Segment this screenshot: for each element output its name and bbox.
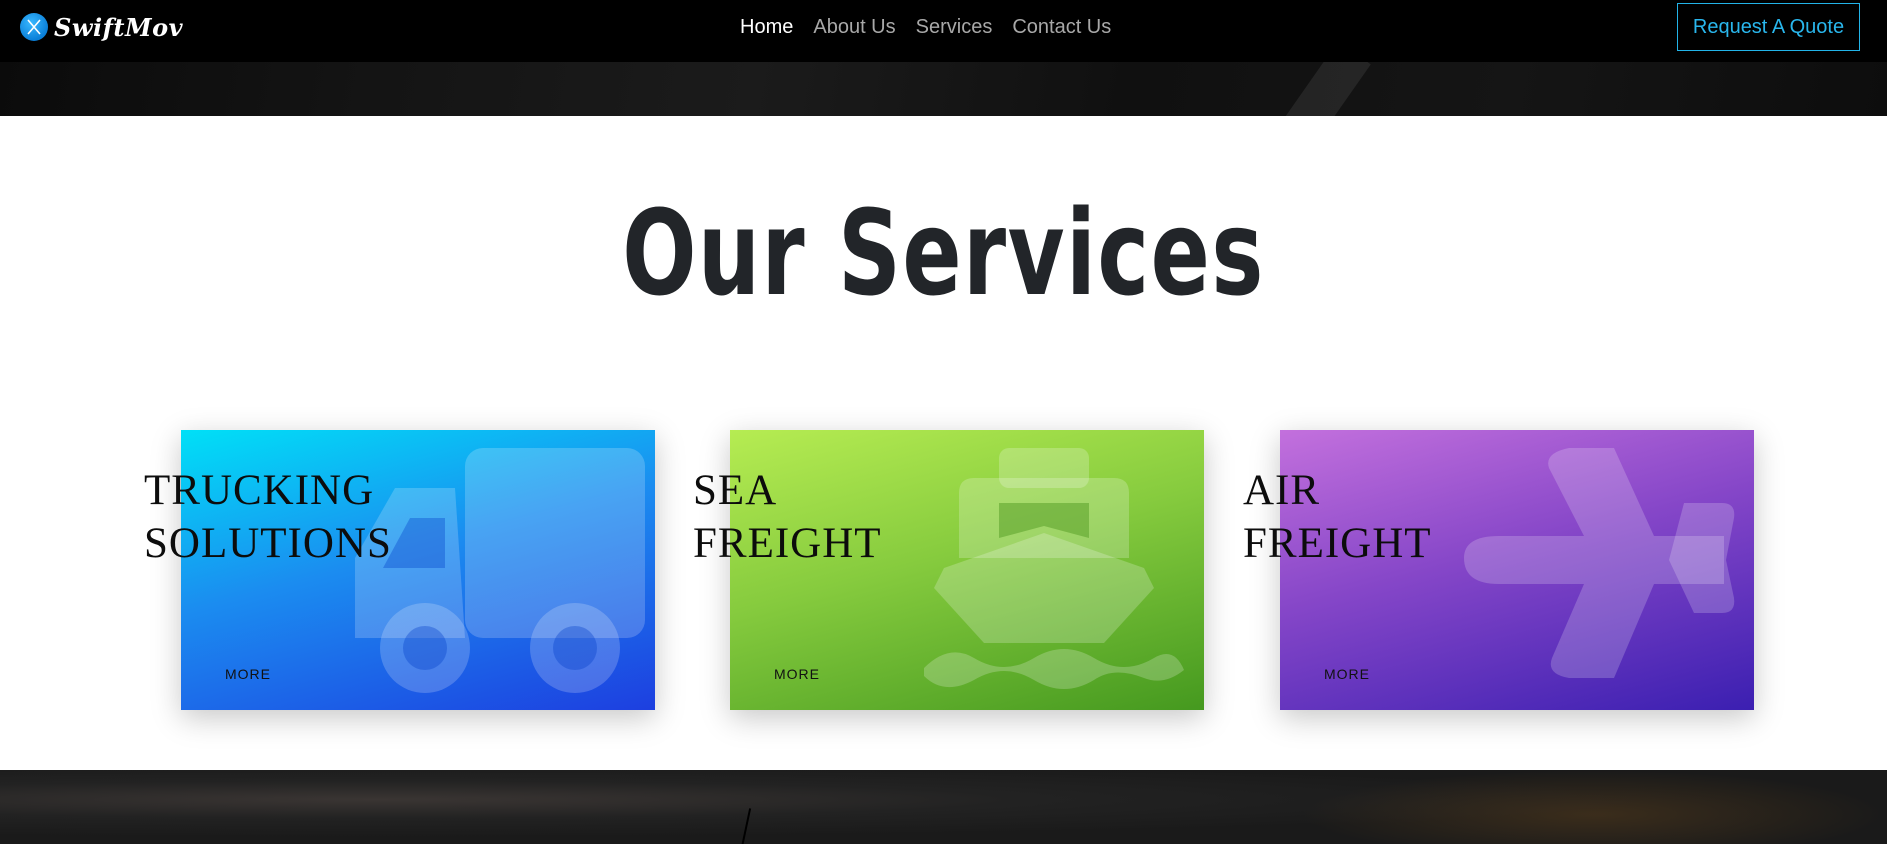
airplane-icon [1454,448,1754,698]
main-nav: Home About Us Services Contact Us [740,15,1131,39]
card-title-line: SOLUTIONS [144,520,392,567]
ship-icon [904,448,1204,698]
service-card-trucking[interactable]: TRUCKING SOLUTIONS MORE [144,430,655,710]
more-link[interactable]: MORE [1324,666,1370,682]
more-link[interactable]: MORE [774,666,820,682]
card-title-line: AIR [1243,467,1321,514]
card-title-line: TRUCKING [144,467,375,514]
card-title-line: FREIGHT [693,520,882,567]
top-navbar: SwiftMov Home About Us Services Contact … [0,0,1887,62]
nav-link-home[interactable]: Home [740,15,793,39]
truck-icon [355,448,655,698]
card-title: AIR FREIGHT [1243,464,1432,570]
nav-link-about-us[interactable]: About Us [813,15,895,39]
service-card-air-freight[interactable]: AIR FREIGHT MORE [1243,430,1754,710]
card-title: TRUCKING SOLUTIONS [144,464,392,570]
brand-logo[interactable]: SwiftMov [20,12,183,42]
hero-background-strip [0,62,1887,116]
twitter-x-icon [20,13,48,41]
services-title: Our Services [622,184,1265,322]
nav-link-contact-us[interactable]: Contact Us [1012,15,1111,39]
card-title-line: FREIGHT [1243,520,1432,567]
brand-name: SwiftMov [54,12,184,42]
service-card-sea-freight[interactable]: SEA FREIGHT MORE [693,430,1204,710]
card-title: SEA FREIGHT [693,464,882,570]
nav-link-services[interactable]: Services [916,15,993,39]
card-title-line: SEA [693,467,778,514]
request-quote-button[interactable]: Request A Quote [1677,3,1860,51]
footer-background-strip [0,770,1887,844]
more-link[interactable]: MORE [225,666,271,682]
